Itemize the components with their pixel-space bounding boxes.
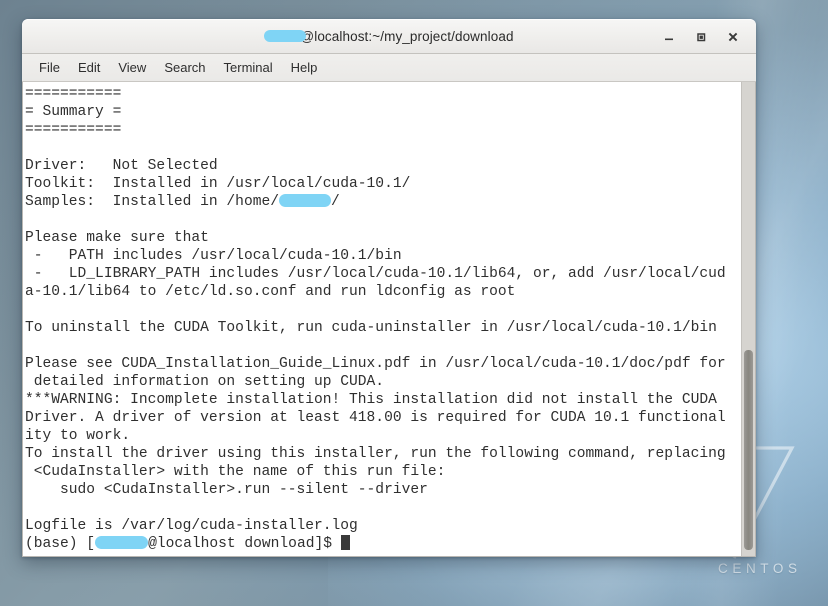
maximize-button[interactable] <box>686 24 716 50</box>
menu-bar: File Edit View Search Terminal Help <box>22 54 756 82</box>
terminal-cursor <box>340 535 350 550</box>
terminal-line: ***WARNING: Incomplete installation! Thi… <box>25 392 717 408</box>
desktop-background: CENTOS @localhost:~/my_project/download <box>0 0 828 606</box>
close-button[interactable] <box>718 24 748 50</box>
terminal-line: =========== <box>25 86 122 102</box>
terminal-prompt-line: (base) [ @localhost download]$ <box>25 535 741 553</box>
terminal-line-samples: Samples: Installed in /home/ / <box>25 193 741 211</box>
terminal-line: a-10.1/lib64 to /etc/ld.so.conf and run … <box>25 284 516 300</box>
shell-prompt-suffix: @localhost download]$ <box>148 536 341 552</box>
scrollbar-thumb[interactable] <box>744 350 753 550</box>
terminal-line: Driver: Not Selected <box>25 158 218 174</box>
terminal-output[interactable]: =========== = Summary = =========== Driver… <box>23 82 741 556</box>
terminal-window: @localhost:~/my_project/download File Ed… <box>22 19 756 557</box>
terminal-line: = Summary = <box>25 104 122 120</box>
terminal-line-text: Samples: Installed in /home/ <box>25 194 279 210</box>
terminal-line-text: / <box>330 194 340 210</box>
menu-item-help[interactable]: Help <box>282 57 327 78</box>
terminal-line: - PATH includes /usr/local/cuda-10.1/bin <box>25 248 402 264</box>
terminal-line: detailed information on setting up CUDA. <box>25 374 385 390</box>
terminal-line: To install the driver using this install… <box>25 446 726 462</box>
menu-item-file[interactable]: File <box>30 57 69 78</box>
terminal-line: Please make sure that <box>25 230 209 246</box>
terminal-line: ity to work. <box>25 428 131 444</box>
terminal-line: Toolkit: Installed in /usr/local/cuda-10… <box>25 176 411 192</box>
terminal-line: sudo <CudaInstaller>.run --silent --driv… <box>25 482 428 498</box>
menu-item-search[interactable]: Search <box>155 57 214 78</box>
redacted-username-samples-path <box>278 194 331 207</box>
terminal-line: Driver. A driver of version at least 418… <box>25 410 726 426</box>
terminal-line: =========== <box>25 122 122 138</box>
terminal-line: Please see CUDA_Installation_Guide_Linux… <box>25 356 726 372</box>
window-title: @localhost:~/my_project/download <box>264 29 513 44</box>
terminal-scrollbar[interactable] <box>741 82 755 556</box>
window-titlebar[interactable]: @localhost:~/my_project/download <box>22 19 756 54</box>
window-controls <box>654 20 748 53</box>
redacted-username-title <box>264 29 307 42</box>
menu-item-terminal[interactable]: Terminal <box>215 57 282 78</box>
redacted-username-prompt <box>95 536 149 549</box>
minimize-button[interactable] <box>654 24 684 50</box>
menu-item-view[interactable]: View <box>109 57 155 78</box>
menu-item-edit[interactable]: Edit <box>69 57 109 78</box>
centos-wordmark: CENTOS <box>718 561 802 576</box>
terminal-line: To uninstall the CUDA Toolkit, run cuda-… <box>25 320 717 336</box>
terminal-line: Logfile is /var/log/cuda-installer.log <box>25 518 358 534</box>
window-title-text: @localhost:~/my_project/download <box>300 29 514 44</box>
terminal-line: <CudaInstaller> with the name of this ru… <box>25 464 446 480</box>
shell-prompt-prefix: (base) [ <box>25 536 96 552</box>
terminal-line: - LD_LIBRARY_PATH includes /usr/local/cu… <box>25 266 726 282</box>
terminal-body[interactable]: =========== = Summary = =========== Driver… <box>22 82 756 557</box>
